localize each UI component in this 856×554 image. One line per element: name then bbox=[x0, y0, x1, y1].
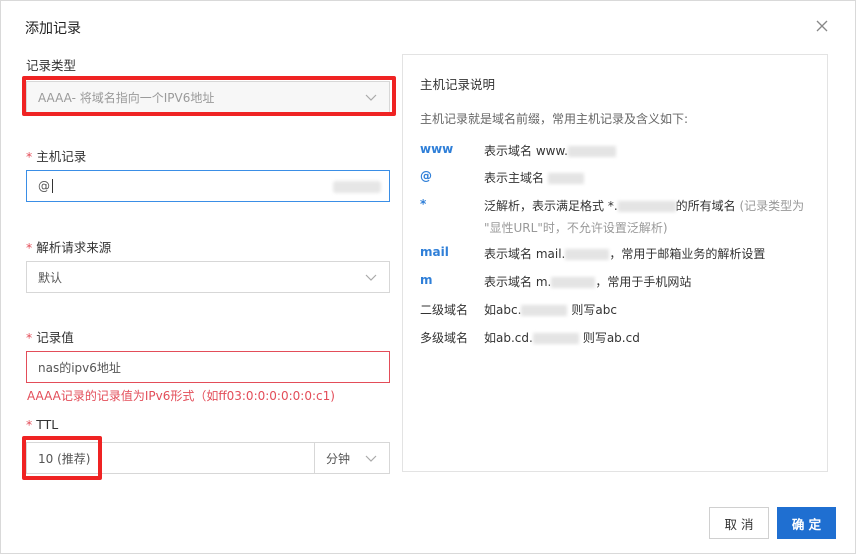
ttl-label: * TTL bbox=[26, 417, 59, 432]
ok-button[interactable]: 确 定 bbox=[777, 507, 836, 539]
help-key-m: m bbox=[420, 273, 433, 287]
text-caret bbox=[52, 179, 53, 193]
highlight-box-record-type bbox=[22, 76, 396, 116]
record-value-text: nas的ipv6地址 bbox=[38, 360, 121, 375]
host-record-help-panel: 主机记录说明 主机记录就是域名前缀，常用主机记录及含义如下: www 表示域名 … bbox=[402, 54, 828, 472]
record-type-label: 记录类型 bbox=[26, 58, 77, 73]
help-panel-intro: 主机记录就是域名前缀，常用主机记录及含义如下: bbox=[420, 112, 689, 126]
chevron-down-icon bbox=[365, 455, 377, 462]
record-value-input[interactable]: nas的ipv6地址 bbox=[26, 351, 390, 383]
host-record-value: @ bbox=[38, 179, 50, 193]
help-desc-wildcard: 泛解析，表示满足格式 *. 的所有域名 (记录类型为 bbox=[484, 199, 805, 213]
help-desc-mail: 表示域名 mail. ，常用于邮箱业务的解析设置 bbox=[484, 247, 766, 261]
help-panel-title: 主机记录说明 bbox=[420, 77, 496, 92]
host-record-input[interactable]: @ bbox=[26, 170, 390, 202]
help-desc-wildcard-line2: "显性URL"时，不允许设置泛解析) bbox=[484, 221, 668, 235]
resolve-source-label: * 解析请求来源 bbox=[26, 240, 112, 255]
help-key-multi-level: 多级域名 bbox=[420, 331, 469, 345]
help-key-wildcard: * bbox=[420, 197, 427, 211]
record-value-label: * 记录值 bbox=[26, 330, 74, 345]
ttl-unit-select[interactable]: 分钟 bbox=[314, 442, 390, 474]
help-key-mail: mail bbox=[420, 245, 449, 259]
help-key-second-level: 二级域名 bbox=[420, 303, 469, 317]
resolve-source-value: 默认 bbox=[38, 270, 63, 285]
record-value-error: AAAA记录的记录值为IPv6形式（如ff03:0:0:0:0:0:0:c1) bbox=[27, 389, 335, 403]
ttl-unit-value: 分钟 bbox=[326, 451, 351, 466]
host-record-label: * 主机记录 bbox=[26, 149, 87, 164]
help-desc-at: 表示主域名 bbox=[484, 169, 584, 186]
resolve-source-select[interactable]: 默认 bbox=[26, 261, 390, 293]
dialog-title: 添加记录 bbox=[25, 21, 81, 37]
help-desc-www: 表示域名 www. bbox=[484, 142, 616, 159]
close-icon[interactable] bbox=[815, 19, 829, 33]
help-desc-m: 表示域名 m. ，常用于手机网站 bbox=[484, 275, 692, 289]
help-key-www: www bbox=[420, 142, 454, 156]
cancel-button[interactable]: 取 消 bbox=[709, 507, 769, 539]
redacted-domain bbox=[333, 181, 381, 193]
add-record-dialog: 添加记录 记录类型 AAAA- 将域名指向一个IPV6地址 * 主机记录 @ * 解… bbox=[0, 0, 856, 554]
help-desc-second-level: 如abc. 则写abc bbox=[484, 303, 617, 317]
highlight-box-ttl bbox=[22, 436, 102, 480]
chevron-down-icon bbox=[365, 274, 377, 281]
help-key-at: @ bbox=[420, 169, 432, 183]
help-desc-multi-level: 如ab.cd. 则写ab.cd bbox=[484, 331, 640, 345]
